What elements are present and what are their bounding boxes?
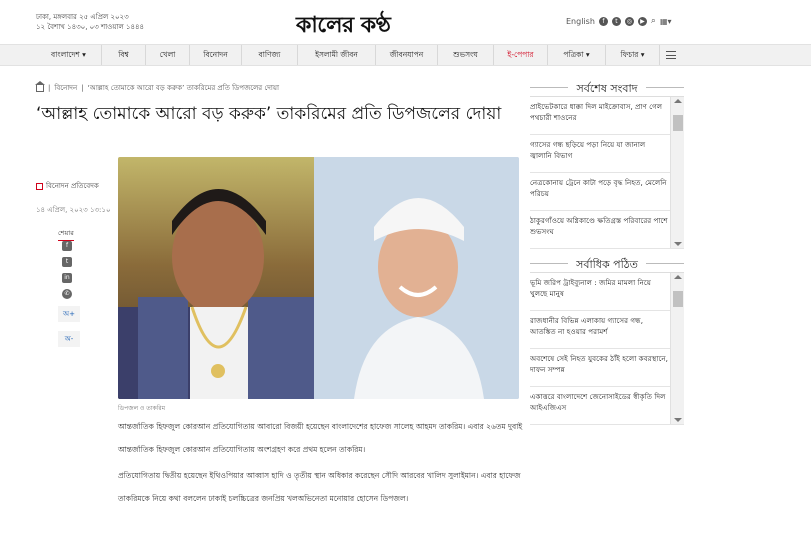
nav-item-bangladesh[interactable]: বাংলাদেশ ▾ <box>36 45 102 65</box>
latest-scrollbar[interactable] <box>670 97 684 248</box>
nav-item-entertainment[interactable]: বিনোদন <box>190 45 242 65</box>
list-item[interactable]: প্রাইভেটকারে ধাক্কা দিল মাইক্রোবাস, প্রা… <box>530 97 684 135</box>
article-headline: ‘আল্লাহ তোমাকে আরো বড় করুক’ তাকরিমের প্… <box>36 104 502 124</box>
date-line-2: ১২ বৈশাখ ১৪৩০, ০৩ শাওয়াল ১৪৪৪ <box>36 23 145 31</box>
scroll-thumb[interactable] <box>673 291 683 307</box>
nav-item-world[interactable]: বিশ্ব <box>102 45 146 65</box>
menu-icon[interactable] <box>666 51 676 59</box>
scroll-thumb[interactable] <box>673 115 683 131</box>
publish-date: ১৪ এপ্রিল, ২০২৩ ১৩:১০ <box>36 206 111 214</box>
share-label: শেয়ার <box>58 228 74 241</box>
linkedin-share-icon[interactable]: in <box>62 273 72 283</box>
site-logo[interactable]: কালের কণ্ঠ <box>296 8 391 45</box>
whatsapp-share-icon[interactable]: ✆ <box>62 289 72 299</box>
date-display: ঢাকা, মঙ্গলবার ২৫ এপ্রিল ২০২৩ ১২ বৈশাখ ১… <box>36 12 144 32</box>
instagram-icon[interactable]: ◎ <box>624 16 634 26</box>
article-paragraph-1: আন্তর্জাতিক হিফজুল কোরআন প্রতিযোগিতায় আ… <box>118 422 523 454</box>
facebook-share-icon[interactable]: f <box>62 241 72 251</box>
top-bar: ঢাকা, মঙ্গলবার ২৫ এপ্রিল ২০২৩ ১২ বৈশাখ ১… <box>0 0 811 44</box>
breadcrumb: | বিনোদন | ‘আল্লাহ তোমাকে আরো বড় করুক’ … <box>35 80 280 94</box>
image-caption: ডিপজল ও তাকরিম <box>118 405 166 412</box>
breadcrumb-section[interactable]: বিনোদন <box>54 82 77 94</box>
nav-item-lifestyle[interactable]: জীবনযাপন <box>376 45 438 65</box>
scroll-down-arrow-icon[interactable] <box>674 242 682 246</box>
list-item[interactable]: ঠাকুরগাঁওয়ে অগ্নিকাণ্ডে ক্ষতিগ্রস্ত পরি… <box>530 211 684 249</box>
nav-item-business[interactable]: বাণিজ্য <box>242 45 298 65</box>
nav-item-shuvosongho[interactable]: শুভসংঘ <box>438 45 494 65</box>
nav-item-sports[interactable]: খেলা <box>146 45 190 65</box>
latest-news-list: প্রাইভেটকারে ধাক্কা দিল মাইক্রোবাস, প্রা… <box>530 96 684 249</box>
list-item[interactable]: ভূমি জরিপ ট্রাইব্যুনাল : জমির মামলা নিয়… <box>530 273 684 311</box>
breadcrumb-current: ‘আল্লাহ তোমাকে আরো বড় করুক’ তাকরিমের প্… <box>87 84 280 92</box>
list-item[interactable]: গ্যাসের গন্ধ ছড়িয়ে পড়া নিয়ে যা জানাল… <box>530 135 684 173</box>
article-paragraph-2: প্রতিযোগিতায় দ্বিতীয় হয়েছেন ইথিওপিয়া… <box>118 471 521 503</box>
author-line: বিনোদন প্রতিবেদক <box>36 180 99 192</box>
youtube-icon[interactable]: ▶ <box>637 16 647 26</box>
author-name[interactable]: বিনোদন প্রতিবেদক <box>46 180 99 192</box>
font-decrease-button[interactable]: অ- <box>58 331 80 347</box>
nav-item-feature[interactable]: ফিচার ▾ <box>606 45 660 65</box>
popular-scrollbar[interactable] <box>670 273 684 424</box>
main-nav: বাংলাদেশ ▾ বিশ্ব খেলা বিনোদন বাণিজ্য ইসল… <box>0 44 811 66</box>
popular-news-list: ভূমি জরিপ ট্রাইব্যুনাল : জমির মামলা নিয়… <box>530 272 684 425</box>
twitter-share-icon[interactable]: t <box>62 257 72 267</box>
facebook-icon[interactable]: f <box>598 16 608 26</box>
scroll-up-arrow-icon[interactable] <box>674 99 682 103</box>
photo-dipjol <box>118 157 314 399</box>
font-increase-button[interactable]: অ+ <box>58 306 80 322</box>
list-item[interactable]: নেত্রকোনায় ট্রেনে কাটা পড়ে বৃদ্ধ নিহত,… <box>530 173 684 211</box>
nav-item-islamic-life[interactable]: ইসলামী জীবন <box>298 45 376 65</box>
home-icon[interactable] <box>35 80 45 92</box>
pen-icon <box>36 182 43 190</box>
list-item[interactable]: রাজধানীর বিভিন্ন এলাকায় গ্যাসের গন্ধ, আ… <box>530 311 684 349</box>
photo-takrim <box>314 157 519 399</box>
scroll-up-arrow-icon[interactable] <box>674 275 682 279</box>
twitter-icon[interactable]: t <box>611 16 621 26</box>
date-line-1: ঢাকা, মঙ্গলবার ২৫ এপ্রিল ২০২৩ <box>36 13 129 21</box>
scroll-down-arrow-icon[interactable] <box>674 418 682 422</box>
article-image <box>118 157 519 399</box>
calendar-icon[interactable]: ▦▾ <box>660 17 672 26</box>
list-item[interactable]: একাত্তরে বাংলাদেশে জেনোসাইডের স্বীকৃতি দ… <box>530 387 684 425</box>
list-item[interactable]: অবশেষে সেই নিহত যুবকের ঠাঁই হলো কবরস্থান… <box>530 349 684 387</box>
nav-item-epaper[interactable]: ই-পেপার <box>494 45 548 65</box>
top-right-links: English f t ◎ ▶ ⌕ ▦▾ <box>566 16 672 26</box>
search-icon[interactable]: ⌕ <box>651 16 656 26</box>
nav-item-newspaper[interactable]: পত্রিকা ▾ <box>548 45 606 65</box>
english-link[interactable]: English <box>566 17 595 26</box>
